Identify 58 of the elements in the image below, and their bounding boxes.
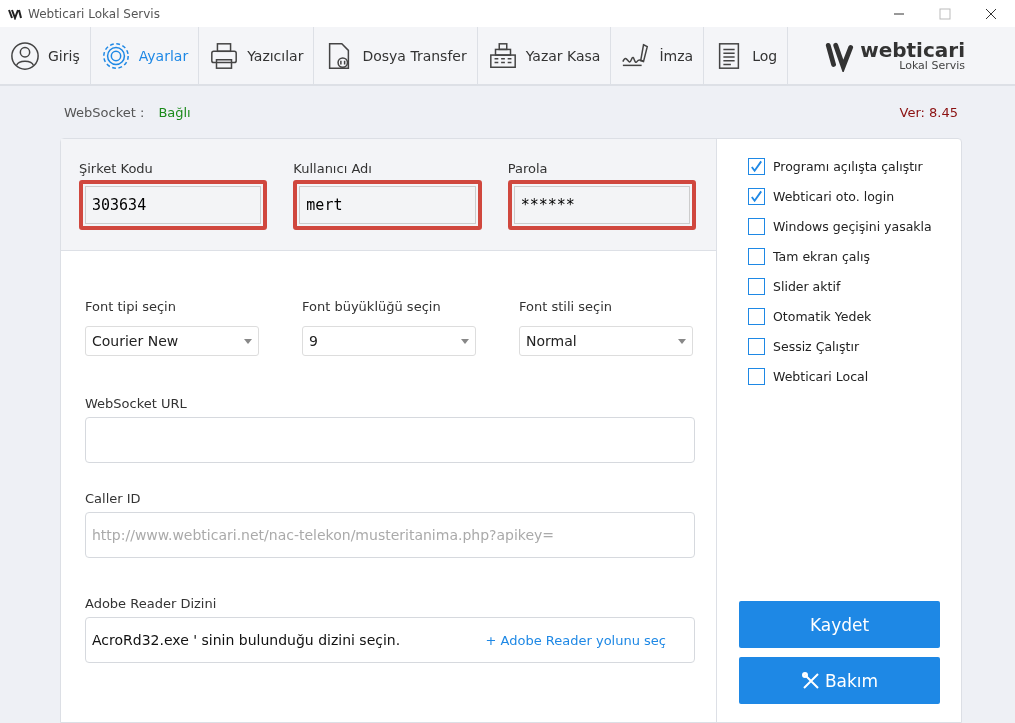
field-label: Kullanıcı Adı <box>293 161 373 176</box>
gear-icon <box>100 40 131 71</box>
field-label: Font stili seçin <box>519 299 614 314</box>
checkbox[interactable] <box>748 308 765 325</box>
checkbox[interactable] <box>748 188 765 205</box>
field-label: WebSocket URL <box>85 396 188 411</box>
checkbox-label: Programı açılışta çalıştır <box>773 159 923 174</box>
user-icon <box>10 40 40 71</box>
cash-register-icon <box>487 40 518 71</box>
brand-logo: webticari Lokal Servis <box>824 27 965 84</box>
checkbox[interactable] <box>748 248 765 265</box>
field-label: Font tipi seçin <box>85 299 177 314</box>
save-button[interactable]: Kaydet <box>739 601 940 648</box>
connection-status: Bağlı <box>158 104 191 120</box>
checkbox[interactable] <box>748 338 765 355</box>
checkbox[interactable] <box>748 278 765 295</box>
checkbox-label: Webticari Local <box>773 369 869 384</box>
checkbox-label: Windows geçişini yasakla <box>773 219 932 234</box>
dropdown[interactable]: Normal <box>519 326 693 356</box>
nav-tab[interactable]: Dosya Transfer <box>314 27 478 84</box>
nav-tab[interactable]: Giriş <box>0 27 91 84</box>
field-label: Caller ID <box>85 491 142 506</box>
caret-icon <box>461 338 469 344</box>
checkbox-label: Tam ekran çalış <box>773 249 870 264</box>
dropdown[interactable]: 9 <box>302 326 476 356</box>
websocket-label: WebSocket : <box>64 104 145 120</box>
path-field[interactable]: AcroRd32.exe ' sinin bulunduğu dizini seçin. + Adobe Reader yolunu seç <box>85 617 695 663</box>
input-field[interactable]: ****** <box>513 186 690 224</box>
field-label: Adobe Reader Dizini <box>85 596 218 611</box>
printer-icon <box>209 40 240 71</box>
nav-tab[interactable]: Log <box>704 27 789 84</box>
checkbox[interactable] <box>748 218 765 235</box>
caret-icon <box>244 338 252 344</box>
app-logo-icon <box>8 7 22 20</box>
input-field[interactable]: http://www.webticari.net/nac-telekon/musteritanima.php?apikey= <box>85 512 695 558</box>
checkbox-label: Slider aktif <box>773 279 841 294</box>
nav-tab[interactable]: Yazar Kasa <box>477 27 612 84</box>
field-label: Şirket Kodu <box>79 161 154 176</box>
checkbox-label: Sessiz Çalıştır <box>773 339 860 354</box>
nav-tab[interactable]: İmza <box>611 27 705 84</box>
field-label: Parola <box>507 161 549 176</box>
tools-icon <box>800 670 821 691</box>
checkbox[interactable] <box>748 158 765 175</box>
field-label: Font büyüklüğü seçin <box>302 299 442 314</box>
close-icon[interactable] <box>985 7 997 20</box>
dropdown[interactable]: Courier New <box>85 326 259 356</box>
nav-tab[interactable]: Yazıcılar <box>199 27 315 84</box>
checkbox-label: Otomatik Yedek <box>773 309 872 324</box>
input-field[interactable] <box>85 417 695 463</box>
input-field[interactable]: 303634 <box>85 186 262 224</box>
checkbox[interactable] <box>748 368 765 385</box>
caret-icon <box>678 338 686 344</box>
window-title: Webticari Lokal Servis <box>28 6 160 21</box>
checkbox-label: Webticari oto. login <box>773 189 895 204</box>
version-text: Ver: 8.45 <box>899 104 958 120</box>
maintenance-button[interactable]: Bakım <box>739 657 940 704</box>
choose-path-link[interactable]: + Adobe Reader yolunu seç <box>485 632 666 648</box>
input-field[interactable]: mert <box>299 186 476 224</box>
